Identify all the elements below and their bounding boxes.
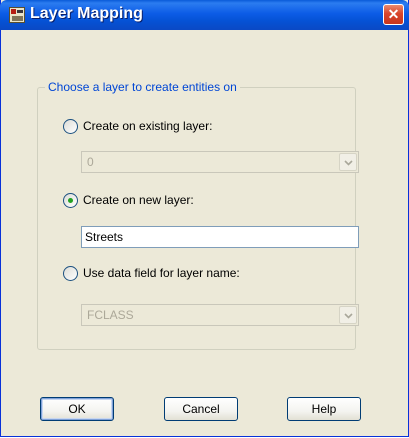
radio-button-new[interactable]: [63, 193, 78, 208]
chevron-down-icon[interactable]: [339, 306, 357, 324]
radio-field-label: Use data field for layer name:: [83, 266, 240, 280]
title-bar: Layer Mapping ✕: [0, 0, 409, 30]
radio-existing-label: Create on existing layer:: [83, 119, 213, 133]
radio-button-existing[interactable]: [63, 119, 78, 134]
new-layer-name-field[interactable]: [81, 226, 359, 248]
chevron-down-icon[interactable]: [339, 153, 357, 171]
radio-button-field[interactable]: [63, 266, 78, 281]
radio-new-label: Create on new layer:: [83, 193, 194, 207]
ok-button[interactable]: OK: [40, 397, 114, 421]
app-icon: [9, 7, 25, 23]
existing-layer-value: 0: [87, 155, 94, 169]
data-field-select[interactable]: FCLASS: [81, 304, 359, 326]
group-legend: Choose a layer to create entities on: [45, 80, 240, 94]
data-field-value: FCLASS: [87, 308, 134, 322]
cancel-button[interactable]: Cancel: [164, 397, 238, 421]
close-button[interactable]: ✕: [383, 4, 404, 25]
window-title: Layer Mapping: [30, 5, 143, 22]
new-layer-name-input[interactable]: [85, 228, 345, 246]
existing-layer-select[interactable]: 0: [81, 151, 359, 173]
radio-selected-dot: [68, 198, 73, 203]
layer-mapping-dialog: Layer Mapping ✕ Choose a layer to create…: [0, 0, 409, 437]
close-icon: ✕: [387, 6, 400, 22]
help-button[interactable]: Help: [287, 397, 361, 421]
